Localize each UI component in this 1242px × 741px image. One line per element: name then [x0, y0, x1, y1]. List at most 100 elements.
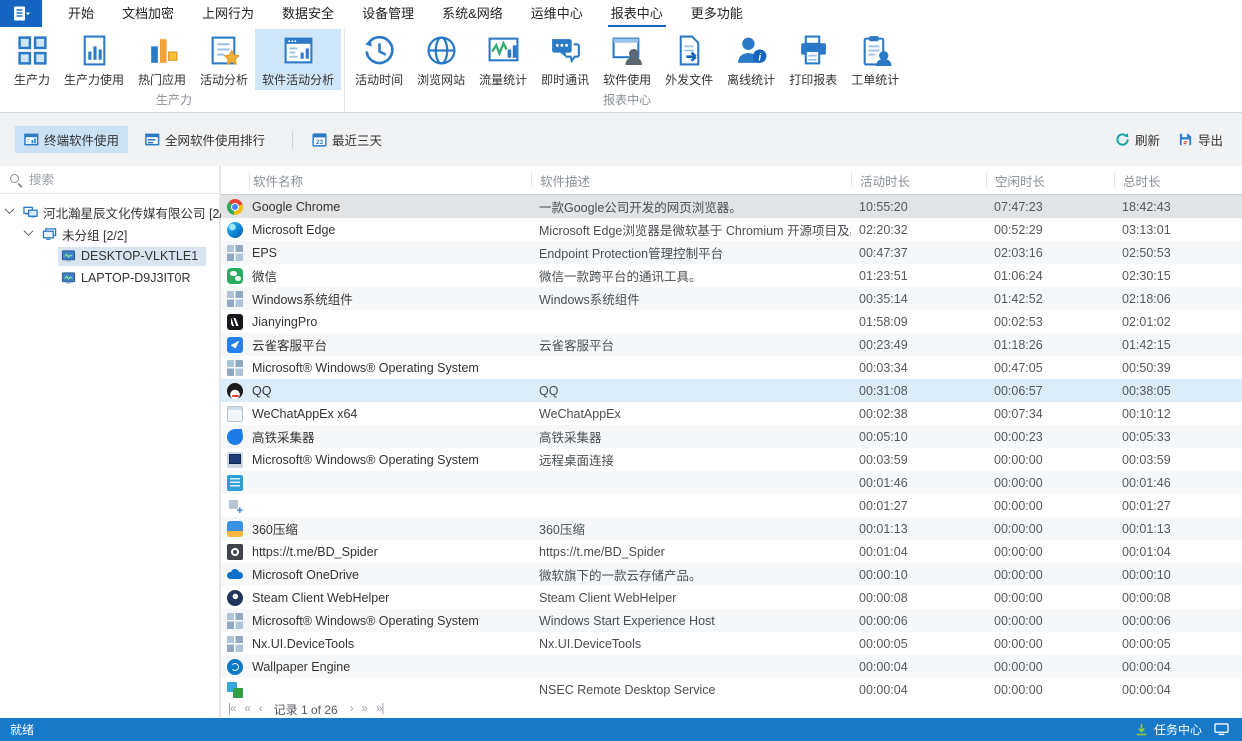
pager-prev-button[interactable]: ‹ [259, 704, 262, 716]
column-header-4[interactable]: 总时长 [1114, 172, 1242, 189]
table-row[interactable]: NSEC Remote Desktop Service00:00:0400:00… [221, 678, 1242, 701]
ribbon-button-window-chart[interactable]: 软件活动分析 [255, 29, 341, 90]
view-tab-1[interactable]: 全网软件使用排行 [136, 126, 274, 153]
column-header-2[interactable]: 活动时长 [851, 172, 986, 189]
view-tab-0[interactable]: 终端软件使用 [15, 126, 128, 153]
ribbon-button-chat-bubbles[interactable]: 即时通讯 [534, 29, 596, 90]
software-icon-cell [221, 498, 249, 514]
table-row[interactable]: WeChatAppEx x64WeChatAppEx00:02:3800:07:… [221, 402, 1242, 425]
cell-idle-time: 00:00:00 [986, 545, 1114, 559]
menu-item-5[interactable]: 系统&网络 [439, 0, 506, 27]
tree-node-3[interactable]: LAPTOP-D9J3IT0R [0, 267, 219, 289]
menu-item-0[interactable]: 开始 [65, 0, 97, 27]
cell-software-name: Nx.UI.DeviceTools [249, 637, 531, 651]
date-filter-button[interactable]: 23最近三天 [303, 126, 391, 153]
table-row[interactable]: 高铁采集器高铁采集器00:05:1000:00:2300:05:33 [221, 425, 1242, 448]
steam-icon [227, 590, 243, 606]
pager-first-button[interactable]: |« [228, 704, 235, 716]
ribbon-button-doc-star[interactable]: 活动分析 [193, 29, 255, 90]
software-icon-cell [221, 314, 249, 330]
ribbon-button-label: 即时通讯 [541, 71, 589, 88]
table-row[interactable]: Google Chrome一款Google公司开发的网页浏览器。10:55:20… [221, 195, 1242, 218]
app-menu-button[interactable] [0, 0, 42, 27]
chevron-down-icon[interactable] [5, 204, 15, 214]
ribbon-group-0: 生产力生产力使用热门应用活动分析软件活动分析生产力 [4, 27, 344, 112]
cell-active-time: 00:00:08 [851, 591, 986, 605]
doc-export-icon [673, 34, 706, 67]
pager-last-button[interactable]: »| [376, 704, 383, 716]
winflag-icon [227, 245, 243, 261]
table-row[interactable]: EPSEndpoint Protection管理控制平台00:47:3702:0… [221, 241, 1242, 264]
ribbon-button-traffic-chart[interactable]: 流量统计 [472, 29, 534, 90]
report-ranking-icon [145, 132, 160, 147]
table-row[interactable]: Microsoft EdgeMicrosoft Edge浏览器是微软基于 Chr… [221, 218, 1242, 241]
table-body: Google Chrome一款Google公司开发的网页浏览器。10:55:20… [221, 195, 1242, 701]
tree-node-label: 河北瀚星辰文化传媒有限公司 [2/2] [43, 203, 233, 222]
table-row[interactable]: 云雀客服平台云雀客服平台00:23:4901:18:2601:42:15 [221, 333, 1242, 356]
wallpaper-engine-icon [227, 659, 243, 675]
export-button[interactable]: 导出 [1174, 126, 1227, 153]
ribbon-button-doc-chart[interactable]: 生产力使用 [57, 29, 131, 90]
refresh-icon [1115, 132, 1130, 147]
zip360-icon [227, 521, 243, 537]
table-row[interactable]: 微信微信一款跨平台的通讯工具。01:23:5101:06:2402:30:15 [221, 264, 1242, 287]
table-row[interactable]: JianyingPro01:58:0900:02:5302:01:02 [221, 310, 1242, 333]
view-toolbar: 终端软件使用全网软件使用排行 23最近三天 刷新导出 [0, 113, 1242, 166]
pager-next-button[interactable]: › [350, 704, 353, 716]
table-row[interactable]: Microsoft OneDrive微软旗下的一款云存储产品。00:00:100… [221, 563, 1242, 586]
tree-node-0[interactable]: 河北瀚星辰文化传媒有限公司 [2/2] [0, 201, 219, 223]
chevron-down-icon[interactable] [24, 226, 34, 236]
task-center-label[interactable]: 任务中心 [1154, 721, 1202, 738]
table-row[interactable]: Nx.UI.DeviceToolsNx.UI.DeviceTools00:00:… [221, 632, 1242, 655]
menu-item-4[interactable]: 设备管理 [359, 0, 417, 27]
ribbon-button-clipboard-user[interactable]: 工单统计 [844, 29, 906, 90]
column-header-1[interactable]: 软件描述 [531, 172, 851, 189]
svg-text:i: i [758, 52, 761, 63]
ribbon-button-printer[interactable]: 打印报表 [782, 29, 844, 90]
table-row[interactable]: Windows系统组件Windows系统组件00:35:1401:42:5202… [221, 287, 1242, 310]
cell-software-description: 远程桌面连接 [531, 450, 851, 469]
ribbon-button-label: 打印报表 [789, 71, 837, 88]
column-header-3[interactable]: 空闲时长 [986, 172, 1114, 189]
tree-node-1[interactable]: 未分组 [2/2] [0, 223, 219, 245]
monitor-icon[interactable] [1214, 723, 1229, 736]
table-row[interactable]: 00:01:2700:00:0000:01:27 [221, 494, 1242, 517]
table-row[interactable]: Microsoft® Windows® Operating System远程桌面… [221, 448, 1242, 471]
menu-item-3[interactable]: 数据安全 [279, 0, 337, 27]
search-input[interactable] [29, 173, 210, 187]
onedrive-icon [227, 567, 243, 583]
software-icon-cell [221, 429, 249, 445]
ribbon-button-window-user[interactable]: 软件使用 [596, 29, 658, 90]
wechatx-icon [227, 406, 243, 422]
cell-total-time: 00:10:12 [1114, 407, 1242, 421]
menu-item-6[interactable]: 运维中心 [528, 0, 586, 27]
view-tab-label: 终端软件使用 [44, 130, 119, 149]
ribbon-button-bar-chart[interactable]: 热门应用 [131, 29, 193, 90]
table-row[interactable]: Microsoft® Windows® Operating System00:0… [221, 356, 1242, 379]
pager-fast-prev-button[interactable]: « [244, 704, 249, 716]
menu-item-8[interactable]: 更多功能 [688, 0, 746, 27]
menu-item-2[interactable]: 上网行为 [199, 0, 257, 27]
ribbon-button-clock-history[interactable]: 活动时间 [348, 29, 410, 90]
cell-active-time: 00:01:27 [851, 499, 986, 513]
pager-fast-next-button[interactable]: » [362, 704, 367, 716]
search-icon [9, 173, 22, 186]
table-row[interactable]: Wallpaper Engine00:00:0400:00:0000:00:04 [221, 655, 1242, 678]
menu-item-1[interactable]: 文档加密 [119, 0, 177, 27]
tree-node-2[interactable]: DESKTOP-VLKTLE1 [0, 245, 219, 267]
column-header-0[interactable]: 软件名称 [249, 172, 531, 189]
ribbon-button-user-info[interactable]: i离线统计 [720, 29, 782, 90]
table-row[interactable]: 360压缩360压缩00:01:1300:00:0000:01:13 [221, 517, 1242, 540]
menu-item-7[interactable]: 报表中心 [608, 0, 666, 27]
table-row[interactable]: 00:01:4600:00:0000:01:46 [221, 471, 1242, 494]
table-row[interactable]: Steam Client WebHelperSteam Client WebHe… [221, 586, 1242, 609]
ribbon-button-grid[interactable]: 生产力 [7, 29, 57, 90]
ribbon-button-globe[interactable]: 浏览网站 [410, 29, 472, 90]
refresh-button[interactable]: 刷新 [1111, 126, 1164, 153]
cell-active-time: 10:55:20 [851, 200, 986, 214]
software-icon-cell [221, 567, 249, 583]
table-row[interactable]: https://t.me/BD_Spiderhttps://t.me/BD_Sp… [221, 540, 1242, 563]
ribbon-button-doc-export[interactable]: 外发文件 [658, 29, 720, 90]
table-row[interactable]: Microsoft® Windows® Operating SystemWind… [221, 609, 1242, 632]
table-row[interactable]: QQQQ00:31:0800:06:5700:38:05 [221, 379, 1242, 402]
